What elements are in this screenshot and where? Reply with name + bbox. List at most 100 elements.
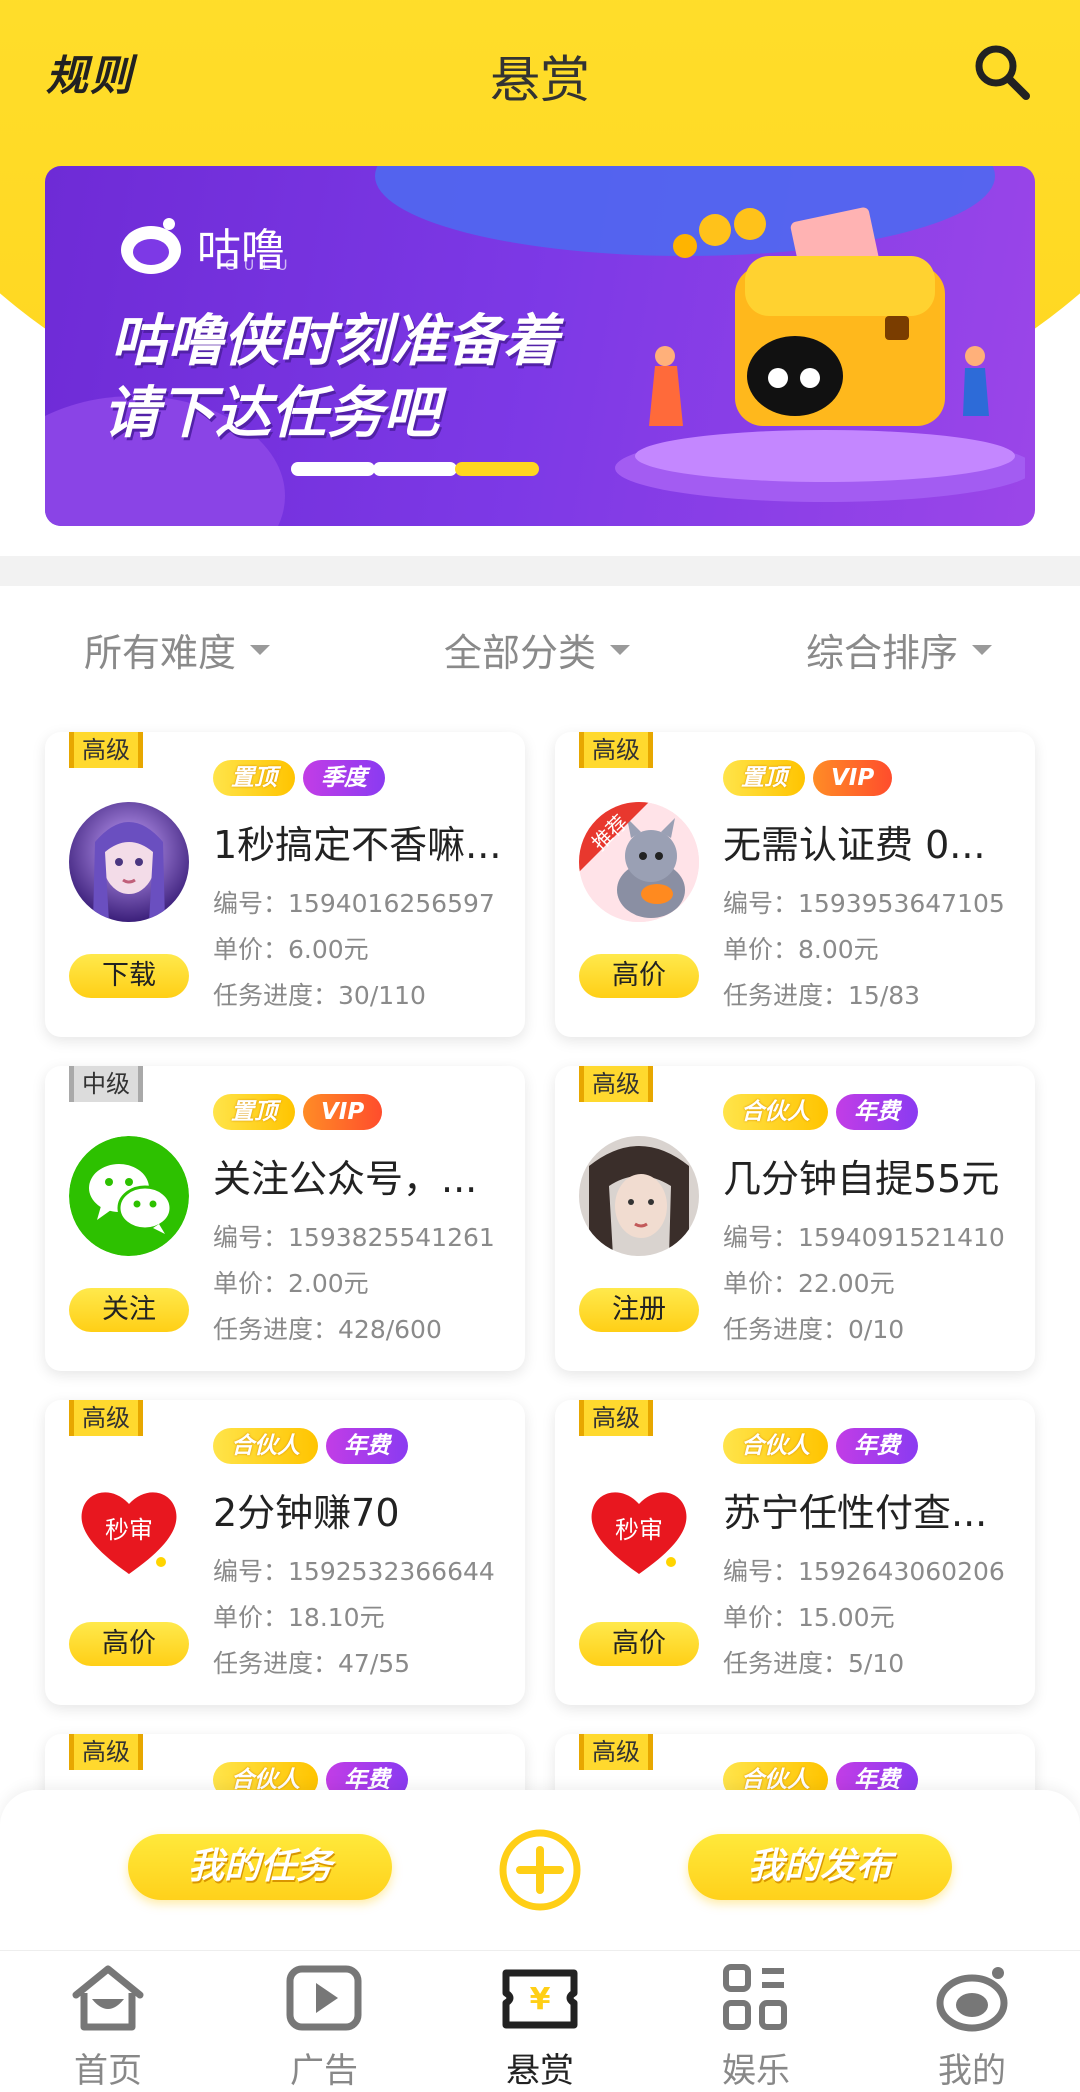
- tab-label: 悬赏: [506, 2051, 574, 2091]
- tag-list: 合伙人 年费: [723, 1428, 918, 1464]
- sort-filter[interactable]: 综合排序: [806, 622, 993, 677]
- task-progress: 任务进度：30/110: [213, 981, 426, 1010]
- svg-text:¥: ¥: [530, 1982, 551, 2017]
- task-price: 单价：2.00元: [213, 1269, 369, 1298]
- task-title: 关注公众号，...: [213, 1157, 478, 1201]
- tab-label: 我的: [938, 2051, 1006, 2091]
- tag-list: 置顶 VIP: [213, 1094, 383, 1130]
- action-follow-button[interactable]: 关注: [69, 1288, 189, 1332]
- tab-label: 娱乐: [722, 2051, 790, 2091]
- level-badge: 高级: [69, 1400, 143, 1436]
- brand-subtitle: GULU: [225, 258, 296, 274]
- banner-pager-dot-3[interactable]: [455, 462, 539, 476]
- task-price: 单价：6.00元: [213, 935, 369, 964]
- tab-mine[interactable]: 我的: [864, 1951, 1080, 2092]
- task-progress: 任务进度：428/600: [213, 1315, 442, 1344]
- reward-icon: ¥: [502, 1969, 578, 2029]
- level-badge: 高级: [579, 732, 653, 768]
- caret-down-icon: [610, 644, 631, 655]
- banner-pager-dot-2[interactable]: [373, 462, 457, 476]
- task-title: 几分钟自提55元: [723, 1157, 1000, 1201]
- tab-home[interactable]: 首页: [0, 1951, 216, 2092]
- wechat-icon: [69, 1136, 189, 1256]
- reward-page: 规则 悬赏 咕噜 GULU 咕噜侠时刻准备着 请下达任务吧 所有难度 全部分类 …: [0, 0, 1080, 2092]
- task-number: 编号：1594016256597: [213, 889, 495, 918]
- task-price: 单价：22.00元: [723, 1269, 895, 1298]
- level-badge: 高级: [579, 1400, 653, 1436]
- task-price: 单价：8.00元: [723, 935, 879, 964]
- task-number: 编号：1593825541261: [213, 1223, 495, 1252]
- level-badge: 高级: [579, 1066, 653, 1102]
- heart-label: 秒审: [615, 1516, 663, 1544]
- task-avatar: [69, 802, 189, 922]
- task-card[interactable]: 高级 置顶 季度 下载 1秒搞定不香嘛... 编号：1594016256597 …: [45, 732, 525, 1037]
- banner-slogan-line1: 咕噜侠时刻准备着: [111, 309, 559, 374]
- tab-entertainment[interactable]: 娱乐: [648, 1951, 864, 2092]
- search-icon[interactable]: [970, 40, 1034, 104]
- tag-vip: VIP: [303, 1094, 383, 1130]
- task-avatar: [579, 1136, 699, 1256]
- tag-list: 合伙人 年费: [723, 1094, 918, 1130]
- task-number: 编号：1594091521410: [723, 1223, 1005, 1252]
- task-number: 编号：1593953647105: [723, 889, 1005, 918]
- task-title: 1秒搞定不香嘛...: [213, 823, 502, 867]
- level-badge: 高级: [69, 1734, 143, 1770]
- task-title: 苏宁任性付查...: [723, 1491, 988, 1535]
- sort-filter-label: 综合排序: [806, 631, 959, 675]
- category-filter-label: 全部分类: [444, 631, 597, 675]
- play-icon: [286, 1965, 362, 2031]
- section-divider: [0, 556, 1080, 586]
- top-bar: 规则 悬赏: [0, 0, 1080, 150]
- profile-icon: [936, 1967, 1008, 2032]
- tag-list: 置顶 季度: [213, 760, 385, 796]
- task-price: 单价：18.10元: [213, 1603, 385, 1632]
- promo-banner[interactable]: 咕噜 GULU 咕噜侠时刻准备着 请下达任务吧: [45, 166, 1035, 526]
- difficulty-filter-label: 所有难度: [84, 631, 237, 675]
- task-avatar: 推荐: [579, 802, 699, 922]
- tab-reward[interactable]: ¥ 悬赏: [432, 1951, 648, 2092]
- tag-top: 置顶: [213, 1094, 295, 1130]
- task-card[interactable]: 高级 合伙人 年费 秒审 高价 苏宁任性付查... 编号：15926430602…: [555, 1400, 1035, 1705]
- task-card[interactable]: 高级 置顶 VIP 推荐 高价 无需认证费 0... 编号：1593953647…: [555, 732, 1035, 1037]
- my-publish-button[interactable]: 我的发布: [688, 1834, 952, 1900]
- gulu-logo-icon: [121, 218, 181, 274]
- add-task-plus-icon[interactable]: [498, 1828, 582, 1912]
- tag-vip: VIP: [813, 760, 893, 796]
- page-title: 悬赏: [490, 51, 590, 109]
- wallet-mascot-illustration: [615, 207, 1025, 502]
- task-progress: 任务进度：15/83: [723, 981, 921, 1010]
- tab-ads[interactable]: 广告: [216, 1951, 432, 2092]
- level-badge: 中级: [69, 1066, 143, 1102]
- difficulty-filter[interactable]: 所有难度: [84, 622, 271, 677]
- task-number: 编号：1592643060206: [723, 1557, 1005, 1586]
- level-badge: 高级: [69, 732, 143, 768]
- action-high-price-button[interactable]: 高价: [579, 1622, 699, 1666]
- banner-pager-dot-1[interactable]: [291, 462, 375, 476]
- task-card[interactable]: 高级 合伙人 年费 注册 几分钟自提55元 编号：1594091521410 单…: [555, 1066, 1035, 1371]
- banner-slogan-line2: 请下达任务吧: [103, 381, 439, 446]
- tab-label: 首页: [74, 2051, 142, 2091]
- tag-partner: 合伙人: [723, 1094, 828, 1130]
- bottom-tab-bar: 首页 广告 ¥ 悬赏 娱乐 我的: [0, 1950, 1080, 2092]
- tag-annual-fee: 年费: [326, 1428, 408, 1464]
- tag-annual-fee: 年费: [836, 1428, 918, 1464]
- category-filter[interactable]: 全部分类: [444, 622, 631, 677]
- tab-label: 广告: [290, 2051, 358, 2091]
- heart-icon: 秒审: [69, 1470, 189, 1590]
- tag-quarter: 季度: [303, 760, 385, 796]
- action-high-price-button[interactable]: 高价: [69, 1622, 189, 1666]
- my-tasks-button[interactable]: 我的任务: [128, 1834, 392, 1900]
- task-progress: 任务进度：47/55: [213, 1649, 411, 1678]
- tag-top: 置顶: [723, 760, 805, 796]
- task-card[interactable]: 中级 置顶 VIP 关注 关注公众号，... 编号：1593825541261 …: [45, 1066, 525, 1371]
- action-register-button[interactable]: 注册: [579, 1288, 699, 1332]
- action-high-price-button[interactable]: 高价: [579, 954, 699, 998]
- tag-partner: 合伙人: [213, 1428, 318, 1464]
- task-progress: 任务进度：0/10: [723, 1315, 905, 1344]
- level-badge: 高级: [579, 1734, 653, 1770]
- tag-top: 置顶: [213, 760, 295, 796]
- action-download-button[interactable]: 下载: [69, 954, 189, 998]
- cat-illustration: 推荐: [579, 802, 699, 922]
- tag-partner: 合伙人: [723, 1428, 828, 1464]
- task-card[interactable]: 高级 合伙人 年费 秒审 高价 2分钟赚70 编号：1592532366644 …: [45, 1400, 525, 1705]
